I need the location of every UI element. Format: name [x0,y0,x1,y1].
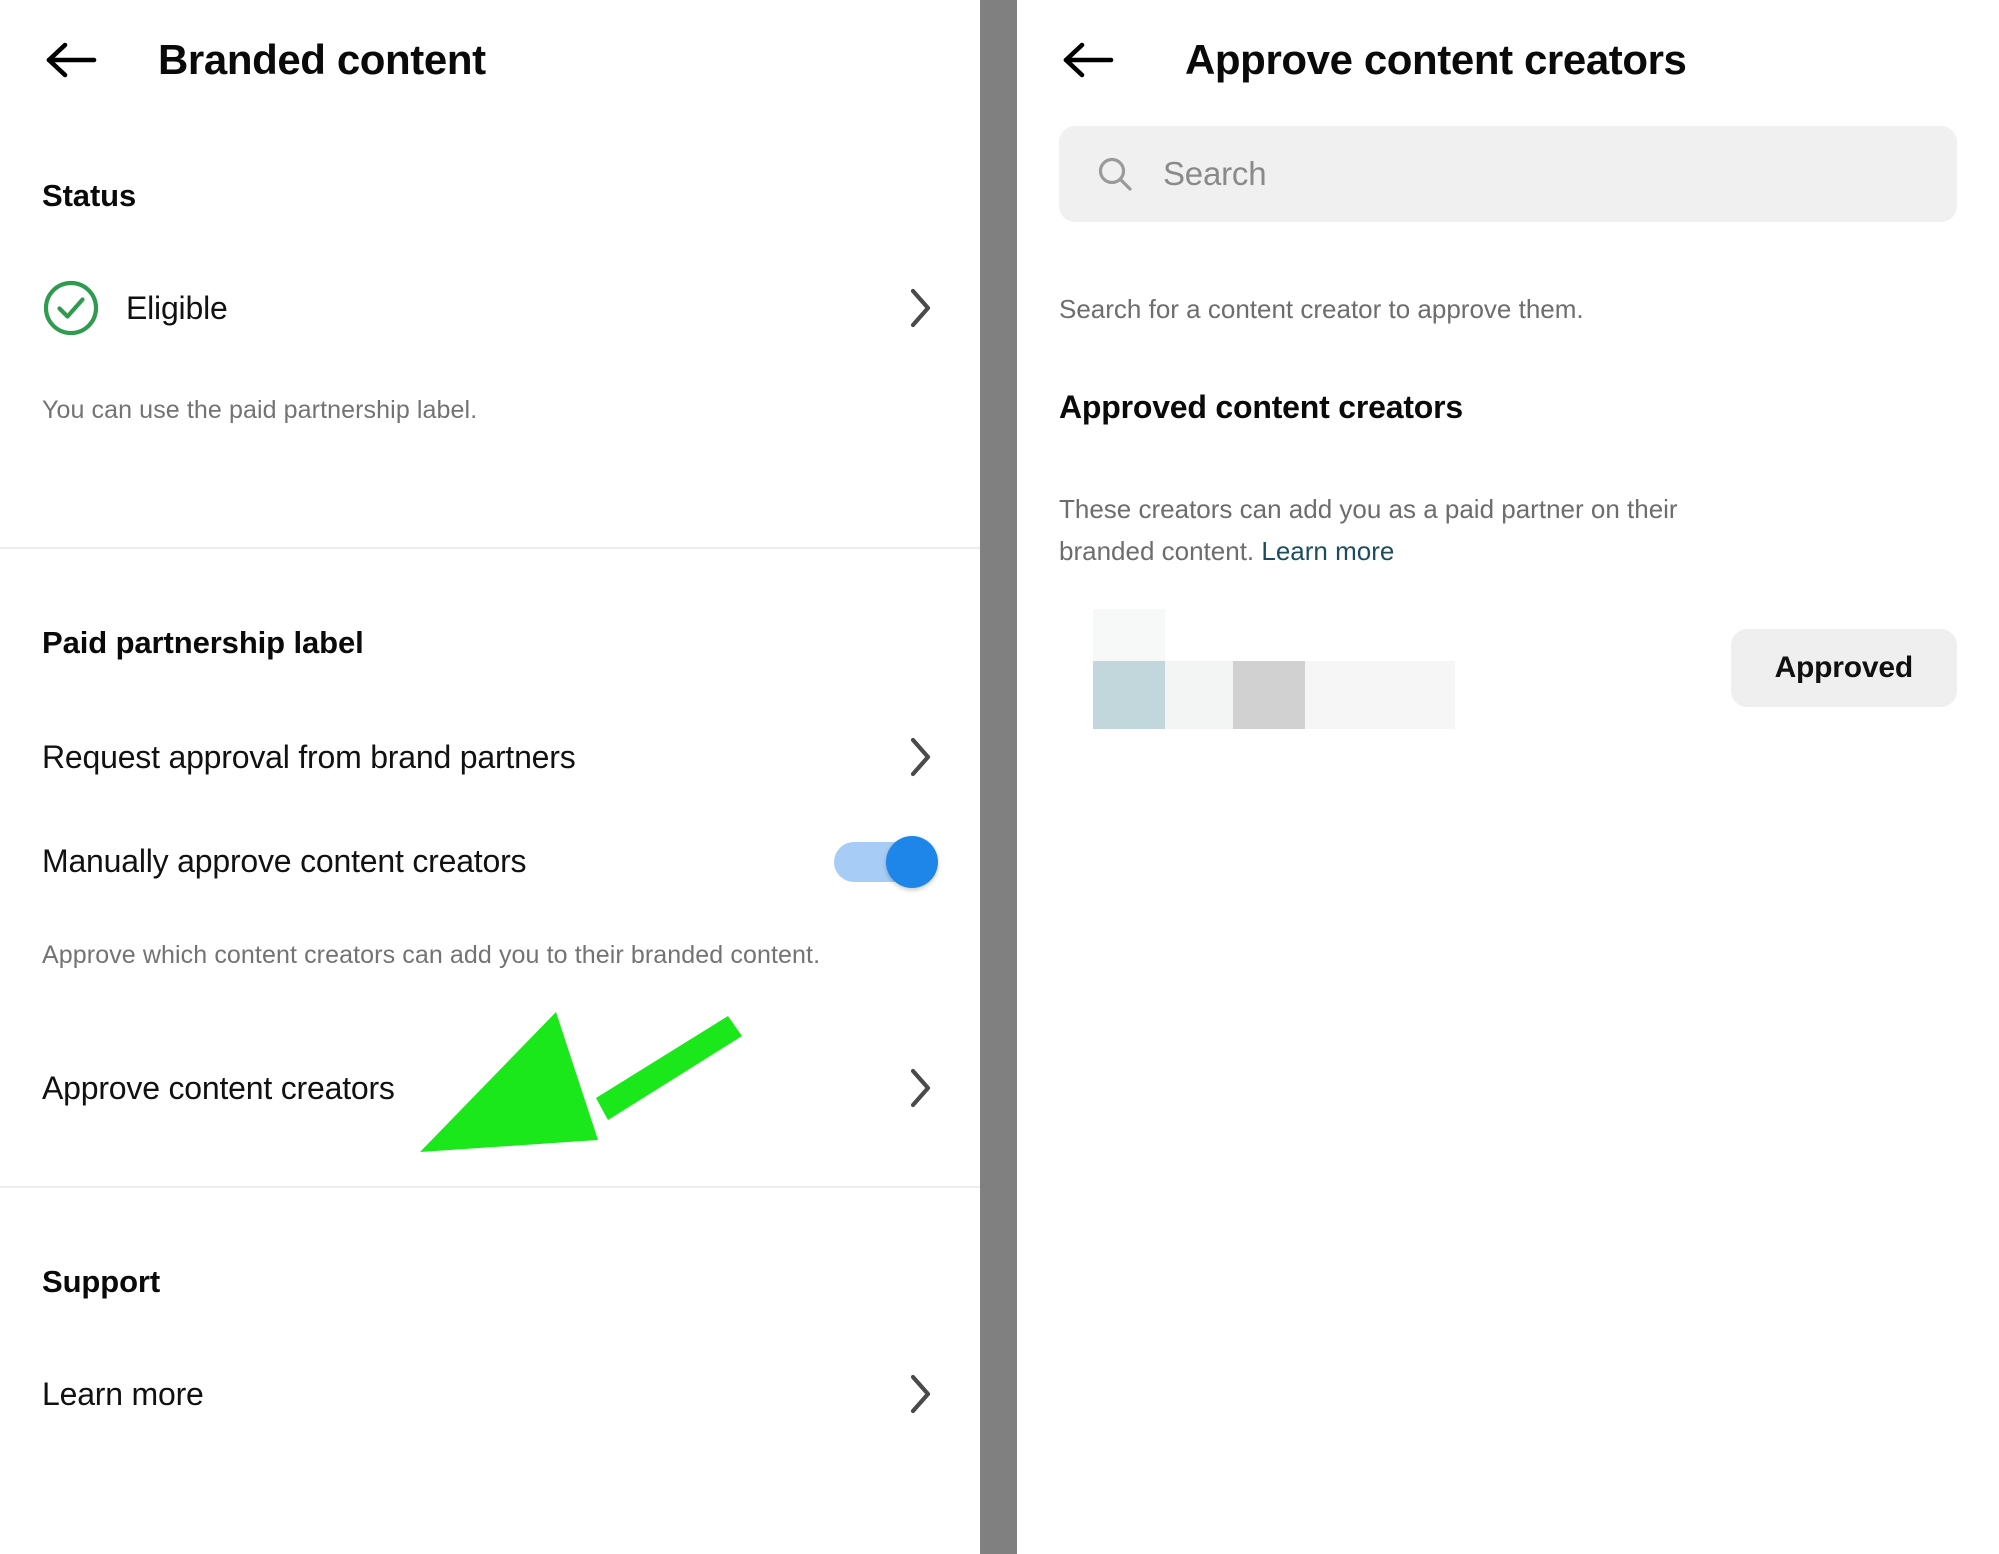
learn-more-link[interactable]: Learn more [1261,536,1394,566]
row-manually-approve[interactable]: Manually approve content creators [0,829,980,893]
approve-content-creators-screen: Approve content creators Search Search f… [1017,0,1999,1554]
page-title: Approve content creators [1185,36,1687,83]
support-section-heading: Support [42,1264,161,1299]
dual-screenshot-container: Branded content Status Eligible You can … [0,0,1999,1554]
branded-content-screen: Branded content Status Eligible You can … [0,0,980,1554]
chevron-right-icon[interactable] [904,1064,938,1112]
row-approve-content-creators-label: Approve content creators [42,1069,395,1106]
approved-creators-heading: Approved content creators [1059,389,1463,425]
right-nav-header: Approve content creators [1017,0,1999,120]
row-request-approval[interactable]: Request approval from brand partners [0,725,980,789]
manually-approve-helper-text: Approve which content creators can add y… [42,941,821,969]
left-nav-header: Branded content [0,0,980,120]
approved-status-button[interactable]: Approved [1730,629,1957,708]
manually-approve-toggle[interactable] [834,836,938,888]
search-helper-text: Search for a content creator to approve … [1059,294,1584,324]
approved-creator-row[interactable]: Approved [1017,608,1999,730]
search-placeholder: Search [1163,155,1267,192]
row-manually-approve-label: Manually approve content creators [42,842,527,879]
row-approve-content-creators[interactable]: Approve content creators [0,1056,980,1120]
search-icon [1093,152,1137,196]
paid-partnership-section-heading: Paid partnership label [42,625,364,660]
status-label: Eligible [126,289,228,326]
back-arrow-icon[interactable] [40,29,102,91]
page-title: Branded content [158,36,486,83]
search-input[interactable]: Search [1059,126,1957,222]
screen-divider [980,0,1017,1554]
chevron-right-icon[interactable] [904,1370,938,1418]
row-request-approval-label: Request approval from brand partners [42,738,576,775]
approved-creators-description: These creators can add you as a paid par… [1017,488,1801,572]
redacted-creator-identity [1059,609,1459,730]
status-section-heading: Status [42,178,137,213]
back-arrow-icon[interactable] [1057,29,1119,91]
toggle-thumb [886,836,938,888]
status-row-eligible[interactable]: Eligible [0,276,980,340]
chevron-right-icon[interactable] [904,284,938,332]
row-support-learn-more[interactable]: Learn more [0,1362,980,1426]
row-support-learn-more-label: Learn more [42,1375,204,1412]
check-circle-icon [42,279,100,337]
chevron-right-icon[interactable] [904,733,938,781]
status-helper-text: You can use the paid partnership label. [42,396,478,424]
